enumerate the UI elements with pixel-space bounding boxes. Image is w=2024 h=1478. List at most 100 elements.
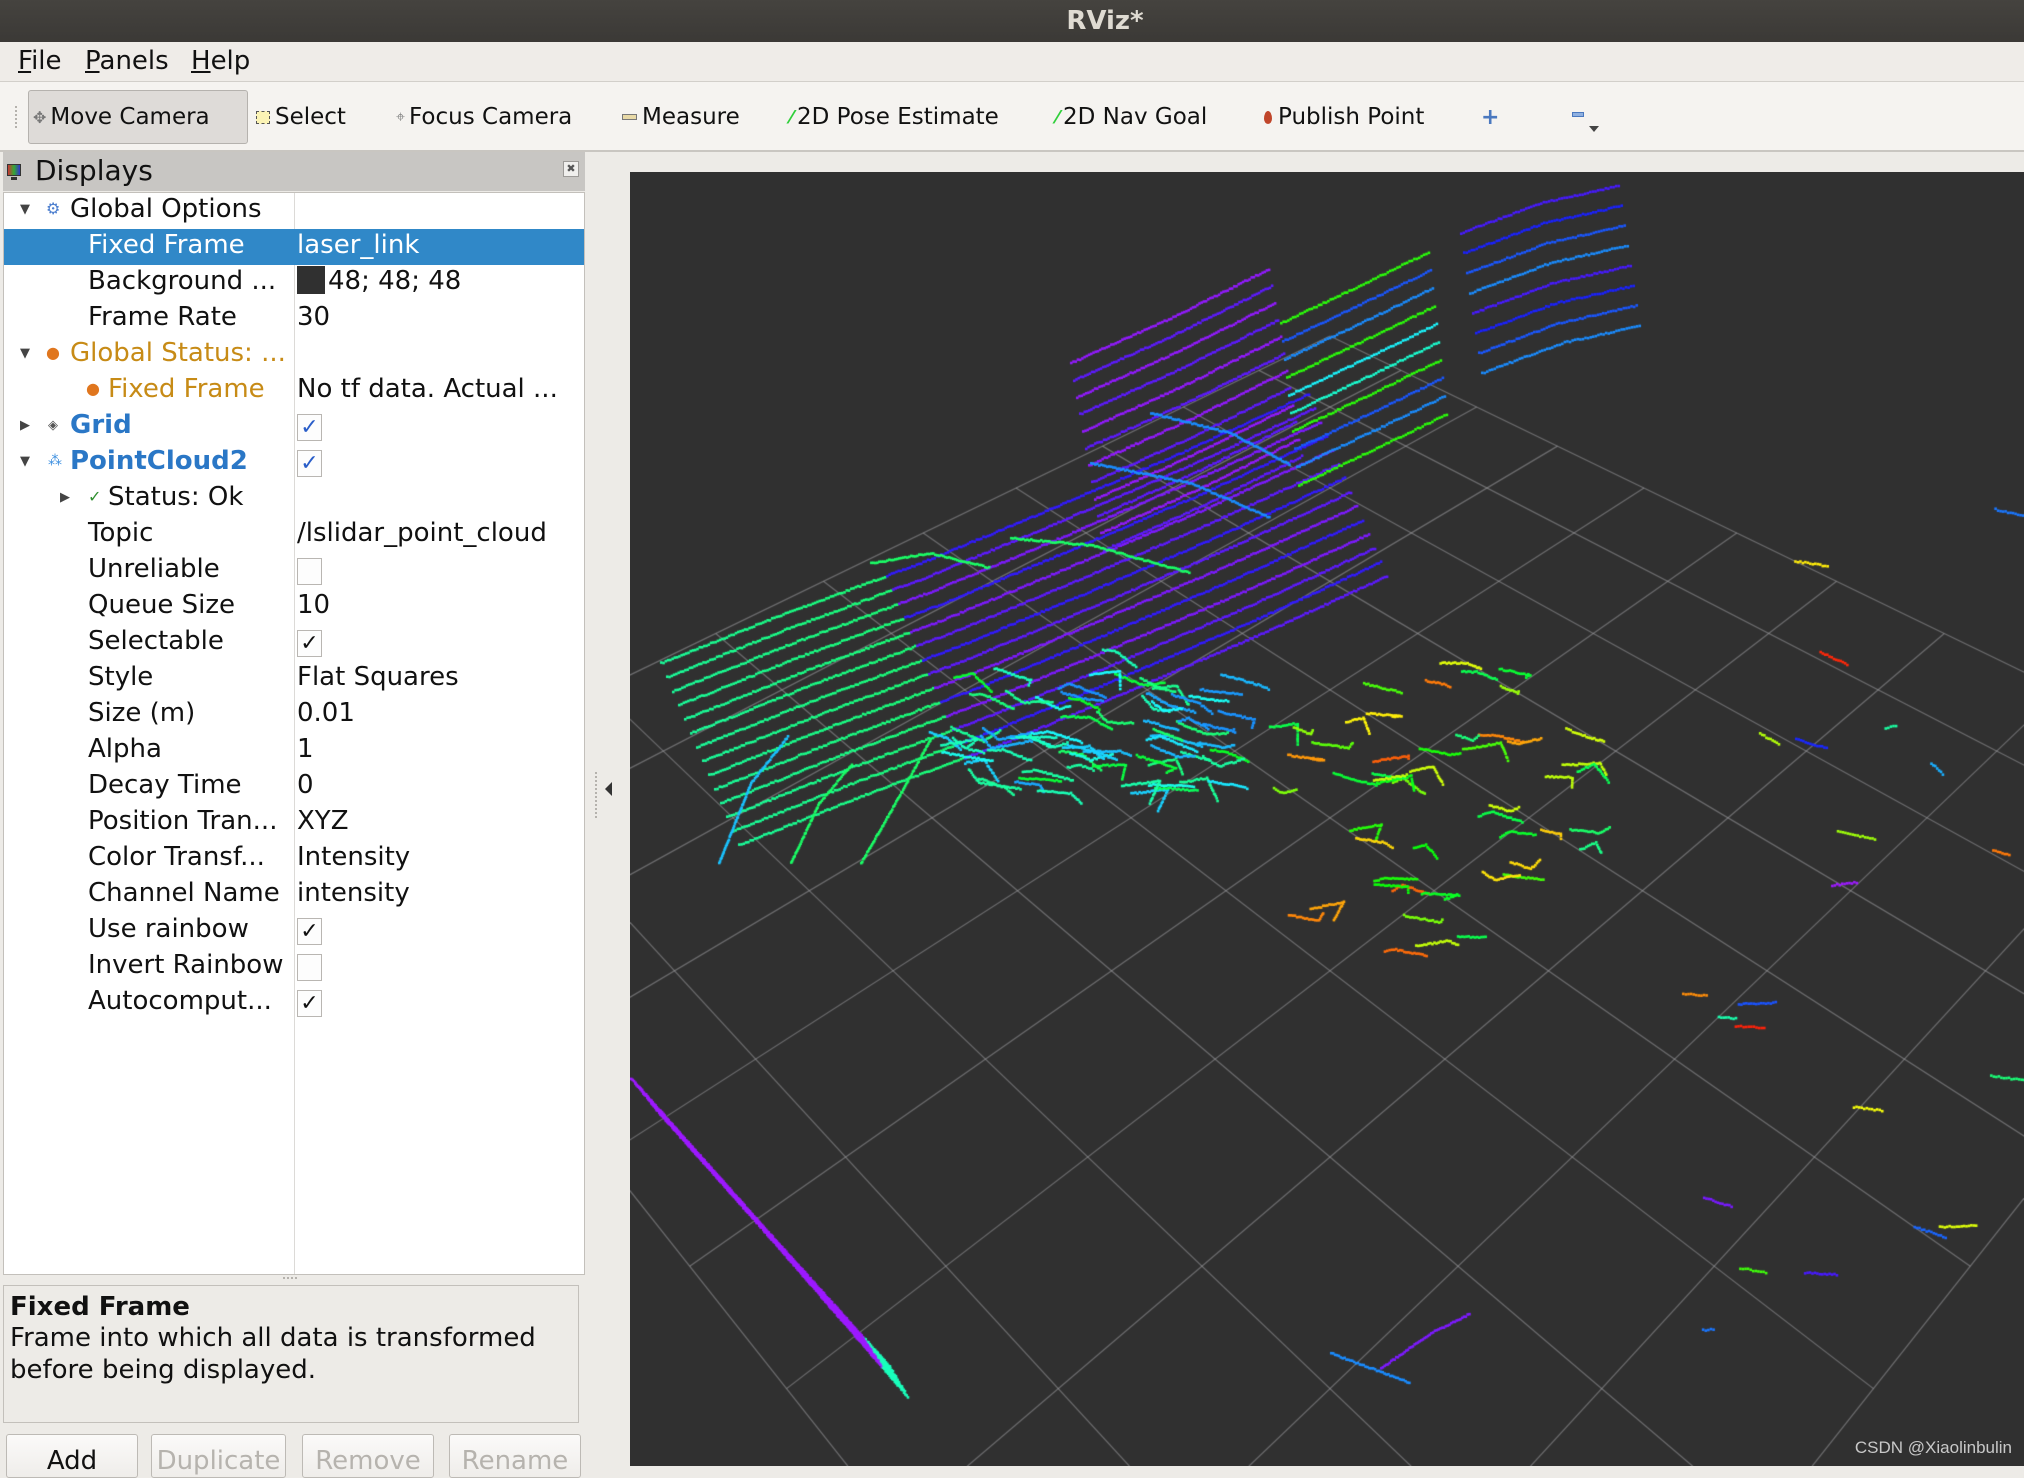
tree-row-position-transformer[interactable]: Position Tran... XYZ [4,805,584,841]
pointcloud2-enabled-checkbox[interactable]: ✓ [297,450,322,477]
menu-panels-mnemonic: P [85,46,100,76]
displays-panel-title: Displays [35,154,153,187]
tree-row-channel-name[interactable]: Channel Name intensity [4,877,584,913]
add-button[interactable]: Add [6,1434,138,1478]
menu-file-mnemonic: F [18,46,32,76]
window-title: RViz* [1066,6,1144,36]
tool-move-camera[interactable]: ✥ Move Camera [28,90,248,144]
remove-tool-button[interactable] [1566,90,1606,144]
measure-icon [622,114,637,120]
tree-row-unreliable[interactable]: Unreliable [4,553,584,589]
channel-name-value[interactable]: intensity [297,878,410,908]
position-transformer-value[interactable]: XYZ [297,806,349,836]
row-label: Decay Time [88,770,242,800]
menu-help[interactable]: Help [191,46,250,76]
tool-move-camera-label: Move Camera [50,104,210,130]
tree-row-use-rainbow[interactable]: Use rainbow ✓ [4,913,584,949]
tree-row-autocompute[interactable]: Autocomput... ✓ [4,985,584,1021]
tree-row-background-color[interactable]: Background ... 48; 48; 48 [4,265,584,301]
row-label: Position Tran... [88,806,278,836]
tree-row-selectable[interactable]: Selectable ✓ [4,625,584,661]
tree-row-size[interactable]: Size (m) 0.01 [4,697,584,733]
expand-arrow-icon[interactable]: ▼ [20,202,30,217]
tool-2d-pose-estimate[interactable]: ⁄ 2D Pose Estimate [786,90,1003,144]
tool-select[interactable]: Select [252,90,350,144]
invert-rainbow-checkbox[interactable] [297,954,322,981]
focus-camera-icon: ⌖ [396,107,406,126]
tool-2d-pose-estimate-label: 2D Pose Estimate [797,104,999,130]
tree-row-queue-size[interactable]: Queue Size 10 [4,589,584,625]
splitter-grip[interactable] [595,772,597,818]
background-color-value[interactable]: 48; 48; 48 [297,266,461,296]
close-panel-button[interactable]: ✖ [563,161,579,177]
collapse-panel-arrow-icon[interactable] [605,782,612,796]
color-transformer-value[interactable]: Intensity [297,842,410,872]
tool-bar: ✥ Move Camera Select ⌖ Focus Camera Meas… [0,82,2024,152]
tool-2d-nav-goal-label: 2D Nav Goal [1063,104,1208,130]
decay-time-value[interactable]: 0 [297,770,314,800]
nav-goal-icon: ⁄ [1056,106,1060,128]
use-rainbow-checkbox[interactable]: ✓ [297,918,322,945]
fixed-frame-value[interactable]: laser_link [297,230,419,260]
topic-value[interactable]: /lslidar_point_cloud [297,518,547,548]
tool-focus-camera[interactable]: ⌖ Focus Camera [392,90,576,144]
unreliable-checkbox[interactable] [297,558,322,585]
expand-arrow-icon[interactable]: ▼ [20,346,30,361]
move-camera-icon: ✥ [33,107,47,127]
expand-arrow-icon[interactable]: ▼ [20,454,30,469]
render-canvas[interactable] [630,172,2024,1466]
tool-publish-point[interactable]: Publish Point [1260,90,1428,144]
grid-enabled-checkbox[interactable]: ✓ [297,414,322,441]
tree-row-color-transformer[interactable]: Color Transf... Intensity [4,841,584,877]
alpha-value[interactable]: 1 [297,734,314,764]
duplicate-button[interactable]: Duplicate [151,1434,286,1478]
pointcloud-icon: ⁂ [48,453,62,469]
tree-row-frame-rate[interactable]: Frame Rate 30 [4,301,584,337]
tree-row-grid[interactable]: ▶ ◈ Grid ✓ [4,409,584,445]
tree-row-status-fixed-frame[interactable]: ● Fixed Frame No tf data. Actual ... [4,373,584,409]
frame-rate-value[interactable]: 30 [297,302,330,332]
selectable-checkbox[interactable]: ✓ [297,630,322,657]
menu-help-mnemonic: H [191,46,211,76]
tree-row-decay-time[interactable]: Decay Time 0 [4,769,584,805]
queue-size-value[interactable]: 10 [297,590,330,620]
menu-file[interactable]: File [18,46,62,76]
ok-check-icon: ✓ [88,487,102,506]
rename-button[interactable]: Rename [449,1434,581,1478]
tool-2d-nav-goal[interactable]: ⁄ 2D Nav Goal [1052,90,1211,144]
splitter-handle[interactable] [283,1277,297,1279]
tree-row-topic[interactable]: Topic /lslidar_point_cloud [4,517,584,553]
collapsed-arrow-icon[interactable]: ▶ [60,490,70,505]
row-label: Queue Size [88,590,236,620]
menu-help-label: elp [210,46,251,76]
tree-row-fixed-frame[interactable]: Fixed Frame laser_link [4,229,584,265]
tree-row-style[interactable]: Style Flat Squares [4,661,584,697]
style-value[interactable]: Flat Squares [297,662,459,692]
background-color-text: 48; 48; 48 [328,266,462,296]
menu-file-label: ile [31,46,62,76]
tree-row-global-status[interactable]: ▼ ● Global Status: ... [4,337,584,373]
toolbar-grip[interactable] [15,106,19,128]
autocompute-checkbox[interactable]: ✓ [297,990,322,1017]
panel-splitter[interactable] [585,152,630,1466]
tree-row-global-options[interactable]: ▼ ⚙ Global Options [4,193,584,229]
tool-measure[interactable]: Measure [618,90,744,144]
row-label: Fixed Frame [88,230,245,260]
row-label: Use rainbow [88,914,249,944]
collapsed-arrow-icon[interactable]: ▶ [20,418,30,433]
property-description-box: Fixed Frame Frame into which all data is… [3,1285,579,1423]
tree-row-pointcloud2[interactable]: ▼ ⁂ PointCloud2 ✓ [4,445,584,481]
select-icon [256,110,270,124]
tree-row-invert-rainbow[interactable]: Invert Rainbow [4,949,584,985]
tree-row-alpha[interactable]: Alpha 1 [4,733,584,769]
plus-icon: + [1481,104,1500,130]
tree-row-status-ok[interactable]: ▶ ✓ Status: Ok [4,481,584,517]
size-value[interactable]: 0.01 [297,698,355,728]
add-tool-button[interactable]: + [1477,90,1503,144]
menu-panels[interactable]: Panels [85,46,169,76]
3d-render-view[interactable]: CSDN @Xiaolinbulin [630,172,2024,1466]
remove-button[interactable]: Remove [302,1434,434,1478]
row-label: Frame Rate [88,302,237,332]
status-message: No tf data. Actual ... [297,374,558,404]
row-label: Topic [88,518,154,548]
